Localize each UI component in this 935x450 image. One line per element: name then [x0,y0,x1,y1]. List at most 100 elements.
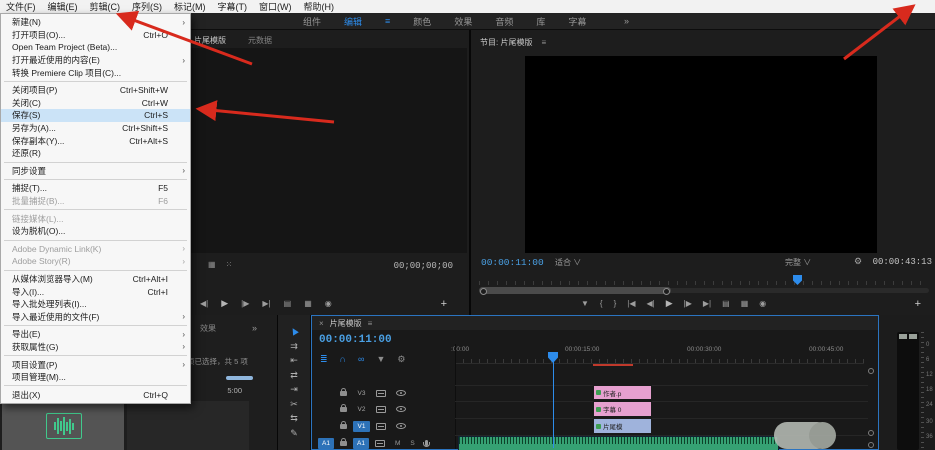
tab-effects[interactable]: 效果 [200,323,216,334]
timeline-clip[interactable]: 作者.p [593,385,652,400]
playback-quality-select[interactable]: 完整 ∨ [785,257,811,268]
rolling-edit-tool[interactable]: ⇄ [290,370,298,380]
overflow-chevron-icon[interactable]: » [252,323,257,333]
workspace-tab[interactable]: 颜色 [413,15,431,28]
menu-item[interactable]: 新建(N) › [1,16,190,29]
rate-stretch-tool[interactable]: ⇥ [290,384,298,394]
workspace-tab[interactable]: 编辑 [344,15,362,28]
menu-item[interactable]: 链接媒体(L)... [1,212,190,225]
overwrite-button[interactable]: ▦ [304,299,312,308]
program-mini-timeline[interactable] [479,277,929,285]
program-monitor-title[interactable]: 节目: 片尾模版 [480,37,532,48]
tab-source-clip[interactable]: 片尾模版 [194,35,226,46]
menu-item[interactable]: Adobe Dynamic Link(K) › [1,243,190,256]
timeline-clip[interactable]: 字幕 0 [593,401,652,417]
scrollbar-handle[interactable] [868,430,874,436]
menu-item[interactable]: 批量捕捉(B)... F6 [1,195,190,208]
go-to-in-button[interactable]: |◀ [627,299,635,308]
mark-in-button[interactable]: { [600,299,603,308]
menubar-item[interactable]: 剪辑(C) [84,0,127,13]
extract-button[interactable]: ▦ [741,299,749,308]
workspace-tab[interactable]: 组件 [303,15,321,28]
menubar-item[interactable]: 文件(F) [0,0,42,13]
menu-item[interactable] [1,323,190,328]
zoom-level-select[interactable]: 适合 ∨ [555,257,581,268]
step-forward-button[interactable]: |▶ [684,299,692,308]
menu-item[interactable]: 导入最近使用的文件(F) › [1,310,190,323]
workspace-tab[interactable]: 音频 [495,15,513,28]
menubar-item[interactable]: 字幕(T) [212,0,254,13]
menubar-item[interactable]: 序列(S) [126,0,168,13]
menu-item[interactable] [1,177,190,182]
program-current-timecode[interactable]: 00:00:11:00 [481,257,544,268]
source-timecode[interactable]: 00;00;00;00 [394,261,453,271]
menu-item[interactable]: 项目管理(M)... [1,371,190,384]
play-button[interactable]: ▶ [666,298,673,309]
tab-metadata[interactable]: 元数据 [248,35,272,46]
workspace-tab[interactable]: 效果 [454,15,472,28]
scrollbar-handle[interactable] [868,368,874,374]
drag-video-audio-icon[interactable]: ⁙ [226,260,233,269]
menu-item[interactable]: 导出(E) › [1,328,190,341]
panel-menu-icon[interactable]: ≡ [541,38,546,47]
menu-item[interactable] [1,207,190,212]
export-frame-button[interactable]: ◉ [325,299,332,308]
program-zoom-scrollbar[interactable] [479,287,671,294]
menu-item[interactable]: Adobe Story(R) › [1,255,190,268]
menu-item[interactable] [1,79,190,84]
menu-item[interactable] [1,268,190,273]
insert-button[interactable]: ▤ [284,299,292,308]
workspace-tab[interactable]: 字幕 [568,15,586,28]
menu-item[interactable]: 保存副本(Y)... Ctrl+Alt+S [1,134,190,147]
menu-item[interactable]: 另存为(A)... Ctrl+Shift+S [1,122,190,135]
project-item-thumbnail-title[interactable] [127,401,249,450]
menubar-item[interactable]: 窗口(W) [253,0,298,13]
menu-item[interactable]: 同步设置 › [1,165,190,178]
selection-tool[interactable]: ► [287,324,301,338]
step-back-button[interactable]: ◀| [647,299,655,308]
button-editor-add-icon[interactable]: + [915,298,921,310]
source-settings-icon[interactable]: ▦ [208,260,216,269]
scrollbar-handle[interactable] [868,442,874,448]
menu-item[interactable] [1,160,190,165]
project-zoom-slider[interactable] [226,376,253,380]
menu-item[interactable]: 还原(R) [1,147,190,160]
go-to-out-button[interactable]: ▶| [262,299,270,308]
audio-clip-waveform[interactable] [458,436,779,450]
menu-item[interactable]: 关闭(C) Ctrl+W [1,97,190,110]
mark-out-button[interactable]: } [614,299,617,308]
menu-item[interactable]: 打开最近使用的内容(E) › [1,54,190,67]
timeline-playhead-line[interactable] [553,356,554,448]
razor-tool[interactable]: ✂ [290,399,298,409]
pen-tool[interactable]: ✎ [290,428,298,438]
menu-item[interactable] [1,238,190,243]
menu-item[interactable]: 导入(I)... Ctrl+I [1,285,190,298]
settings-wrench-icon[interactable]: ⚙ [854,256,862,267]
menu-item[interactable] [1,353,190,358]
menu-item[interactable]: 设为脱机(O)... [1,225,190,238]
step-forward-button[interactable]: |▶ [241,299,249,308]
menu-item[interactable]: 获取属性(G) › [1,341,190,354]
overflow-chevron-icon[interactable]: » [624,16,629,26]
track-select-forward-tool[interactable]: ⇉ [290,341,298,351]
menubar-item[interactable]: 编辑(E) [42,0,84,13]
step-back-button[interactable]: ◀| [200,299,208,308]
workspace-tab[interactable]: 库 [536,15,545,28]
workspace-tab[interactable]: ≡ [385,16,390,26]
menu-item[interactable]: 退出(X) Ctrl+Q [1,388,190,401]
menu-item[interactable]: 从媒体浏览器导入(M) Ctrl+Alt+I [1,273,190,286]
ripple-edit-tool[interactable]: ⇤ [290,355,298,365]
menu-item[interactable]: 保存(S) Ctrl+S [1,109,190,122]
lift-button[interactable]: ▤ [722,299,730,308]
menu-item[interactable]: Open Team Project (Beta)... [1,41,190,54]
go-to-out-button[interactable]: ▶| [703,299,711,308]
slip-tool[interactable]: ⇆ [290,413,298,423]
menubar-item[interactable]: 标记(M) [168,0,212,13]
menu-item[interactable]: 项目设置(P) › [1,358,190,371]
menu-item[interactable] [1,383,190,388]
menubar-item[interactable]: 帮助(H) [298,0,341,13]
project-item-thumbnail-audio[interactable] [2,401,124,450]
export-frame-button[interactable]: ◉ [759,299,766,308]
menu-item[interactable]: 关闭项目(P) Ctrl+Shift+W [1,84,190,97]
add-marker-button[interactable]: ▼ [581,299,589,308]
